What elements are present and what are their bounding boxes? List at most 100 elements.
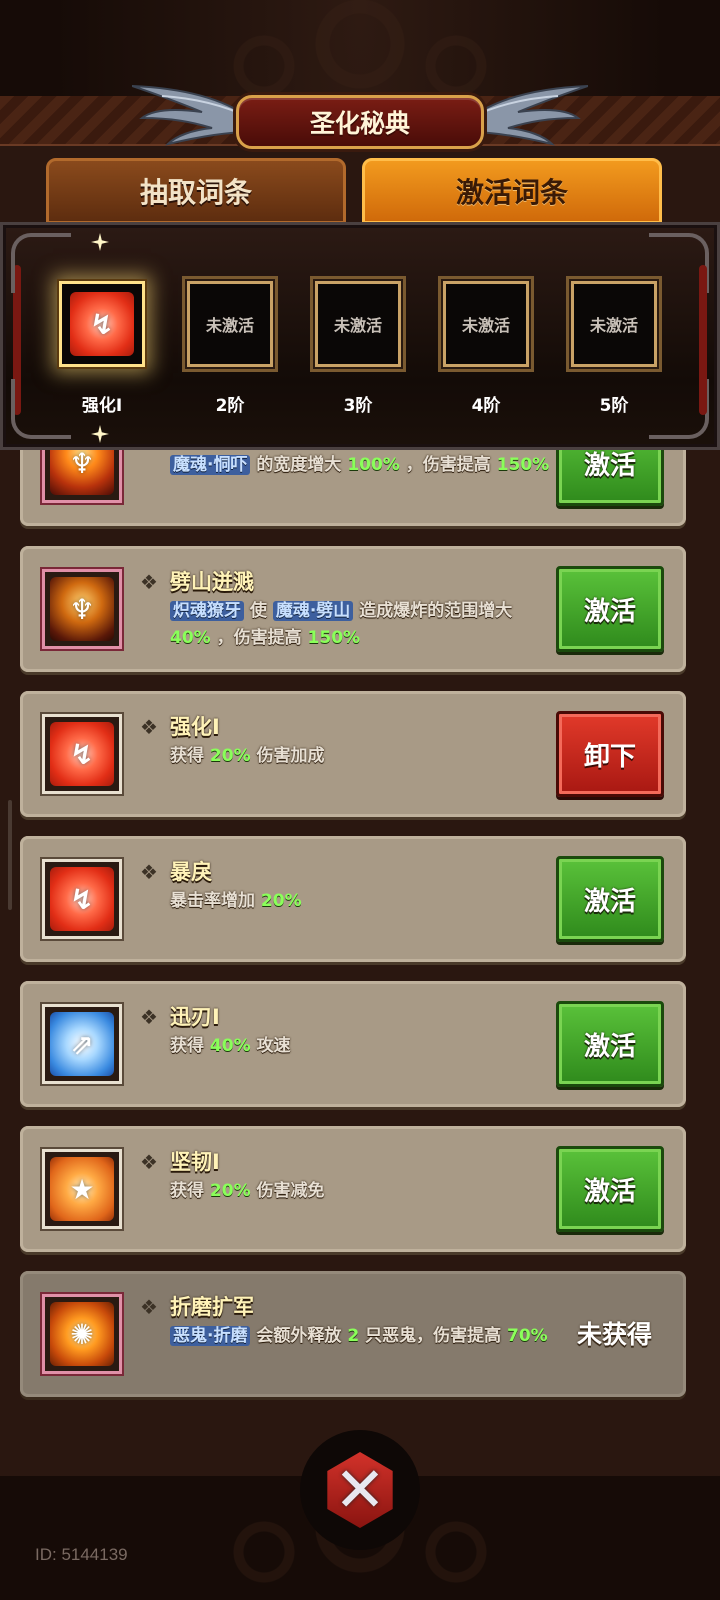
desc-text: ，伤害提高 <box>405 455 491 475</box>
tab-activate-affix[interactable]: 激活词条 <box>362 158 662 224</box>
affix-name: 劈山迸溅 <box>170 570 254 594</box>
affix-row: ✺ ❖ 折磨扩军恶鬼·折磨 会额外释放 2 只恶鬼，伤害提高 70% 未获得 <box>20 1271 686 1397</box>
unobtained-label: 未获得 <box>576 1320 652 1349</box>
skill-keyword: 炽魂獠牙 <box>170 601 244 621</box>
stat-value: 2 <box>347 1326 360 1346</box>
frame-corner <box>649 379 709 439</box>
scroll-indicator[interactable] <box>8 800 12 910</box>
tier-slot-status: 未激活 <box>333 316 382 335</box>
skill-keyword: 魔魂·恫吓 <box>170 455 251 475</box>
diamond-bullet-icon: ❖ <box>140 570 158 594</box>
desc-text: 使 <box>249 601 267 621</box>
desc-text: 暴击率增加 <box>170 891 255 911</box>
affix-row: ♆ ❖ 劈山迸溅炽魂獠牙 使 魔魂·劈山 造成爆炸的范围增大 40% ，伤害提高 1… <box>20 546 686 672</box>
diamond-bullet-icon: ❖ <box>140 1295 158 1319</box>
desc-text: ，伤害提高 <box>216 628 302 648</box>
stat-value: 20% <box>260 891 302 911</box>
demon-cleave-icon: ♆ <box>50 577 114 641</box>
rune-glyph: ✺ <box>70 1317 94 1351</box>
rune-glyph: ⇗ <box>70 1027 94 1061</box>
sparkle-icon <box>91 425 109 443</box>
left-wing-icon <box>132 85 251 146</box>
tier-slot-1[interactable]: ↯ <box>59 281 145 367</box>
affix-row: ★ ❖ 坚韧I 获得 20% 伤害减免 激活 <box>20 1126 686 1252</box>
rune-glyph: ♆ <box>69 592 95 626</box>
affix-name: 迅刃I <box>170 1005 220 1029</box>
tier-label: 4阶 <box>471 396 501 416</box>
activate-button[interactable]: 激活 <box>556 1001 664 1087</box>
desc-text: 伤害加成 <box>256 746 325 766</box>
affix-icon-frame: ↯ <box>42 714 122 794</box>
desc-text: 获得 <box>170 746 204 766</box>
desc-text: 会额外释放 <box>256 1326 342 1346</box>
stat-value: 40% <box>209 1036 251 1056</box>
strength-rune-icon: ↯ <box>70 292 134 356</box>
affix-icon-frame: ★ <box>42 1149 122 1229</box>
stat-value: 40% <box>170 628 211 648</box>
swift-blade-icon: ⇗ <box>50 1012 114 1076</box>
tier-slot-status: 未激活 <box>461 316 510 335</box>
player-id: ID: 5144139 <box>35 1545 128 1564</box>
tier-label: 强化I <box>81 396 123 416</box>
desc-text: 获得 <box>170 1036 204 1056</box>
desc-text: 的宽度增大 <box>256 455 342 475</box>
affix-description: 恶鬼·折磨 会额外释放 2 只恶鬼，伤害提高 70% <box>170 1323 550 1350</box>
close-icon: ✕ <box>334 1453 386 1526</box>
page-title: 圣化秘典 <box>309 109 410 138</box>
affix-name: 坚韧I <box>170 1150 220 1174</box>
tier-slot-2[interactable]: 未激活 <box>187 281 273 367</box>
tab-draw-affix[interactable]: 抽取词条 <box>46 158 346 224</box>
fire-demon-icon: ✺ <box>50 1302 114 1366</box>
stat-value: 100% <box>347 455 400 475</box>
rune-glyph: ↯ <box>70 737 94 771</box>
sparkle-icon <box>91 233 109 251</box>
tier-label: 5阶 <box>599 396 629 416</box>
diamond-bullet-icon: ❖ <box>140 860 158 884</box>
affix-description: 炽魂獠牙 使 魔魂·劈山 造成爆炸的范围增大 40% ，伤害提高 150% <box>170 598 550 652</box>
tier-slot-status: 未激活 <box>205 316 254 335</box>
tier-slot-status: 未激活 <box>589 316 638 335</box>
close-hex-icon: ✕ <box>327 1452 393 1528</box>
close-button[interactable]: ✕ <box>300 1430 420 1550</box>
stat-value: 20% <box>209 1181 251 1201</box>
rune-glyph: ↯ <box>70 882 94 916</box>
tier-slot-3[interactable]: 未激活 <box>315 281 401 367</box>
affix-icon-frame: ⇗ <box>42 1004 122 1084</box>
stat-value: 20% <box>209 746 251 766</box>
affix-description: 获得 20% 伤害加成 <box>170 743 550 770</box>
desc-text: 攻速 <box>256 1036 291 1056</box>
strength-rune-icon: ↯ <box>50 867 114 931</box>
desc-text: 伤害减免 <box>256 1181 325 1201</box>
rune-glyph: ↯ <box>90 307 114 341</box>
affix-name: 折磨扩军 <box>170 1295 254 1319</box>
affix-row: ↯ ❖ 暴戾 暴击率增加 20% 激活 <box>20 836 686 962</box>
affix-description: 暴击率增加 20% <box>170 888 550 915</box>
tier-slot-5[interactable]: 未激活 <box>571 281 657 367</box>
desc-text: 获得 <box>170 1181 204 1201</box>
desc-text: 造成爆炸的范围增大 <box>359 601 513 621</box>
tier-slot-4[interactable]: 未激活 <box>443 281 529 367</box>
affix-description: 魔魂·恫吓 的宽度增大 100% ，伤害提高 150% <box>170 452 550 479</box>
activate-button[interactable]: 激活 <box>556 566 664 652</box>
title-banner: 圣化秘典 <box>236 95 484 149</box>
desc-text: 只恶鬼，伤害提高 <box>365 1326 502 1346</box>
affix-icon-frame: ↯ <box>42 859 122 939</box>
rune-glyph: ★ <box>69 1172 95 1206</box>
stat-value: 150% <box>307 628 361 648</box>
skill-keyword: 魔魂·劈山 <box>272 601 354 621</box>
activate-button[interactable]: 激活 <box>556 856 664 942</box>
tier-strip: ↯ 强化I 未激活 2阶 未激活 3阶 未激活 4阶 未激活 5阶 <box>0 222 720 450</box>
stat-value: 150% <box>496 455 550 475</box>
affix-name: 强化I <box>170 715 220 739</box>
diamond-bullet-icon: ❖ <box>140 715 158 739</box>
activate-button[interactable]: 激活 <box>556 1146 664 1232</box>
tier-label: 2阶 <box>215 396 245 416</box>
skill-keyword: 恶鬼·折磨 <box>170 1326 251 1346</box>
diamond-bullet-icon: ❖ <box>140 1150 158 1174</box>
unequip-button[interactable]: 卸下 <box>556 711 664 797</box>
affix-name: 暴戾 <box>170 860 212 884</box>
stat-value: 70% <box>507 1326 548 1346</box>
strength-rune-icon: ↯ <box>50 722 114 786</box>
affix-description: 获得 40% 攻速 <box>170 1033 550 1060</box>
frame-corner <box>649 233 709 293</box>
